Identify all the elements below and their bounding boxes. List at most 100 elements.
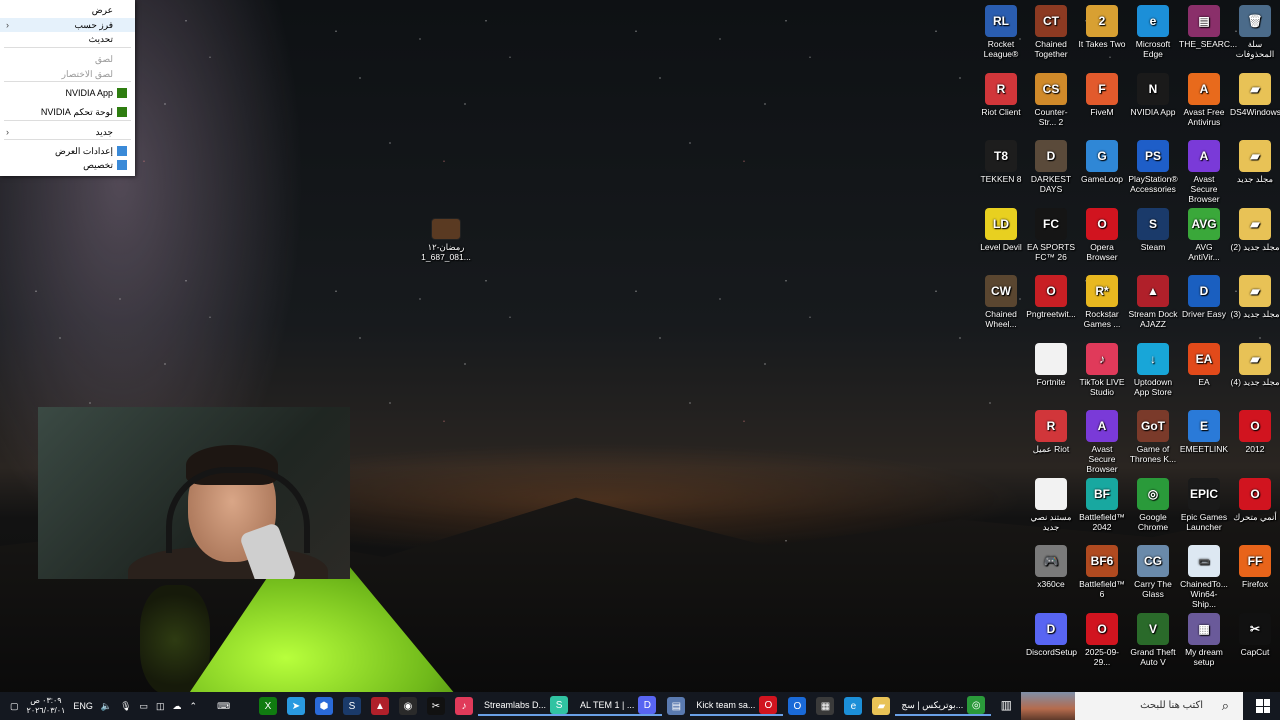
- notification-icon[interactable]: ▢: [10, 701, 19, 712]
- context-menu-item[interactable]: NVIDIA App: [0, 86, 135, 100]
- desktop-shortcut[interactable]: A Avast Secure Browser: [1077, 410, 1127, 474]
- taskbar-app[interactable]: ✂: [422, 697, 450, 715]
- folder-icon: ▰: [1239, 275, 1271, 307]
- language-indicator[interactable]: ENG: [73, 701, 93, 711]
- desktop-shortcut[interactable]: AVG AVG AntiVir...: [1179, 207, 1229, 262]
- desktop-shortcut[interactable]: F FiveM: [1077, 72, 1127, 117]
- task-view-icon[interactable]: ▥: [1001, 698, 1012, 712]
- taskbar-app[interactable]: ▤: [662, 697, 690, 715]
- taskbar-app[interactable]: ◉: [394, 697, 422, 715]
- desktop-shortcut[interactable]: ▭ ChainedTo... Win64-Ship...: [1179, 545, 1229, 609]
- taskbar-app[interactable]: X: [254, 697, 282, 715]
- gta-icon: V: [1137, 612, 1169, 645]
- desktop-shortcut[interactable]: ▰ DS4Windows: [1230, 72, 1280, 117]
- desktop-shortcut[interactable]: R Riot Client: [976, 72, 1026, 117]
- taskbar-app[interactable]: ♪: [450, 697, 478, 715]
- webcam-tray-icon[interactable]: ◫: [156, 701, 165, 712]
- desktop-shortcut[interactable]: 2 It Takes Two: [1077, 5, 1127, 49]
- desktop-shortcut[interactable]: D Driver Easy: [1179, 275, 1229, 319]
- context-menu-item[interactable]: تخصيص: [0, 158, 135, 172]
- desktop-shortcut[interactable]: CT Chained Together: [1026, 5, 1076, 59]
- edge-icon: e: [844, 697, 863, 715]
- taskbar-app[interactable]: ▦: [811, 697, 839, 715]
- microphone-icon[interactable]: 🎙: [120, 701, 131, 712]
- taskbar-app[interactable]: S: [338, 697, 366, 715]
- desktop-shortcut[interactable]: CW Chained Wheel...: [976, 275, 1026, 329]
- desktop-shortcut[interactable]: O أنمي متحرك: [1230, 477, 1280, 522]
- desktop-shortcut[interactable]: R عميل Riot: [1026, 410, 1076, 454]
- desktop-shortcut[interactable]: CG Carry The Glass: [1128, 545, 1178, 599]
- taskbar-app[interactable]: e: [839, 697, 867, 715]
- desktop-shortcut[interactable]: D DARKEST DAYS: [1026, 140, 1076, 194]
- show-hidden-icons-chevron-icon[interactable]: ⌃: [190, 701, 198, 712]
- desktop-shortcut[interactable]: e Microsoft Edge: [1128, 5, 1178, 59]
- desktop-shortcut[interactable]: EPIC Epic Games Launcher: [1179, 477, 1229, 532]
- volume-icon[interactable]: 🔈: [101, 701, 112, 712]
- desktop-shortcut[interactable]: S Steam: [1128, 207, 1178, 252]
- desktop-shortcut[interactable]: FC EA SPORTS FC™ 26: [1026, 207, 1076, 262]
- network-icon[interactable]: ▭: [140, 701, 149, 712]
- cloud-icon[interactable]: ☁: [173, 701, 182, 712]
- desktop-shortcut[interactable]: GoT Game of Thrones K...: [1128, 410, 1178, 464]
- desktop-shortcut[interactable]: A Avast Free Antivirus: [1179, 72, 1229, 127]
- desktop-shortcut[interactable]: 🗑 سلة المحذوفات: [1230, 5, 1280, 59]
- taskbar-search-box[interactable]: ⌕ اكتب هنا للبحث: [1021, 692, 1243, 720]
- desktop-shortcut[interactable]: CS Counter-Str... 2: [1026, 72, 1076, 127]
- start-button[interactable]: [1256, 699, 1270, 713]
- context-menu-item[interactable]: فرز حسب ‹: [0, 18, 135, 32]
- taskbar-app[interactable]: Streamlabs D... S: [478, 696, 575, 716]
- desktop-shortcut[interactable]: ▦ My dream setup: [1179, 612, 1229, 667]
- taskbar-app[interactable]: ⬢: [310, 697, 338, 715]
- taskbar-app[interactable]: بوتريكس | سج... ◎: [895, 696, 992, 716]
- clock[interactable]: ٠٣:٠٩ ص ٢٠٢٦/٠٣/٠١: [27, 696, 66, 716]
- desktop-shortcut[interactable]: D DiscordSetup: [1026, 612, 1077, 657]
- desktop-shortcut[interactable]: A Avast Secure Browser: [1179, 140, 1229, 204]
- desktop-shortcut-label: Steam: [1140, 241, 1166, 252]
- taskbar-app[interactable]: Kick team sa... O: [690, 696, 784, 716]
- desktop-shortcut[interactable]: ▰ مجلد جديد (3): [1230, 275, 1280, 319]
- desktop-shortcut[interactable]: O 2025-09-29...: [1077, 612, 1127, 667]
- desktop-shortcut[interactable]: ◎ Google Chrome: [1128, 477, 1178, 532]
- desktop-shortcut[interactable]: O Opera Browser: [1077, 207, 1127, 262]
- context-menu-item[interactable]: عرض: [0, 3, 135, 17]
- desktop-shortcut[interactable]: FF Firefox: [1230, 545, 1280, 589]
- desktop-shortcut[interactable]: BF6 Battlefield™ 6: [1077, 545, 1127, 599]
- taskbar-app[interactable]: ▰: [867, 697, 895, 715]
- desktop-shortcut[interactable]: RL Rocket League®: [976, 5, 1026, 59]
- desktop-shortcut[interactable]: ♪ TikTok LIVE Studio: [1077, 342, 1127, 397]
- desktop-shortcut[interactable]: ✂ CapCut: [1230, 612, 1280, 657]
- desktop-shortcut[interactable]: ▰ مجلد جديد (2): [1230, 207, 1280, 252]
- desktop-shortcut[interactable]: O Pngtreetwit...: [1026, 275, 1076, 319]
- desktop-shortcut[interactable]: مستند نصي جديد: [1026, 477, 1076, 532]
- desktop-shortcut[interactable]: PS PlayStation® Accessories: [1128, 140, 1178, 194]
- desktop-shortcut[interactable]: R* Rockstar Games ...: [1077, 275, 1127, 329]
- folder-icon: ▰: [1239, 140, 1271, 172]
- desktop-shortcut[interactable]: G GameLoop: [1077, 140, 1127, 184]
- desktop-shortcut[interactable]: LD Level Devil: [976, 207, 1026, 252]
- desktop-shortcut[interactable]: EA EA: [1179, 342, 1229, 387]
- context-menu-item[interactable]: تحديث: [0, 32, 135, 46]
- desktop-shortcut[interactable]: ▤ THE_SEARC...: [1179, 5, 1237, 49]
- keyboard-icon[interactable]: ⌨: [217, 701, 230, 712]
- desktop-shortcut-label: Battlefield™ 2042: [1079, 511, 1125, 532]
- desktop-shortcut[interactable]: T8 TEKKEN 8: [976, 140, 1026, 184]
- context-menu-item[interactable]: إعدادات العرض: [0, 144, 135, 158]
- taskbar-app[interactable]: ▲: [366, 697, 394, 715]
- desktop-shortcut[interactable]: ▰ مجلد جديد: [1230, 140, 1280, 184]
- desktop-shortcut[interactable]: Fortnite: [1026, 342, 1076, 387]
- desktop-shortcut[interactable]: E EMEETLINK: [1179, 410, 1229, 454]
- context-menu-item[interactable]: جديد ‹: [0, 125, 135, 139]
- desktop-shortcut[interactable]: 🎮 x360ce: [1026, 545, 1076, 589]
- desktop-shortcut[interactable]: N NVIDIA App: [1128, 72, 1178, 117]
- desktop-file[interactable]: رمضان-١٢ 1_687_081...: [420, 218, 472, 262]
- desktop-shortcut[interactable]: V Grand Theft Auto V: [1128, 612, 1178, 667]
- desktop-shortcut[interactable]: ↓ Uptodown App Store: [1128, 342, 1178, 397]
- desktop-shortcut[interactable]: BF Battlefield™ 2042: [1077, 477, 1127, 532]
- context-menu-item[interactable]: لوحة تحكم NVIDIA: [0, 105, 135, 119]
- desktop-shortcut[interactable]: O 2012: [1230, 410, 1280, 454]
- desktop-shortcut[interactable]: ▰ مجلد جديد (4): [1230, 342, 1280, 387]
- desktop-shortcut[interactable]: ▲ Stream Dock AJAZZ: [1128, 275, 1178, 329]
- taskbar-app[interactable]: O: [783, 697, 811, 715]
- taskbar-app[interactable]: AL TEM 1 | ... D: [574, 696, 663, 716]
- taskbar-app[interactable]: ➤: [282, 697, 310, 715]
